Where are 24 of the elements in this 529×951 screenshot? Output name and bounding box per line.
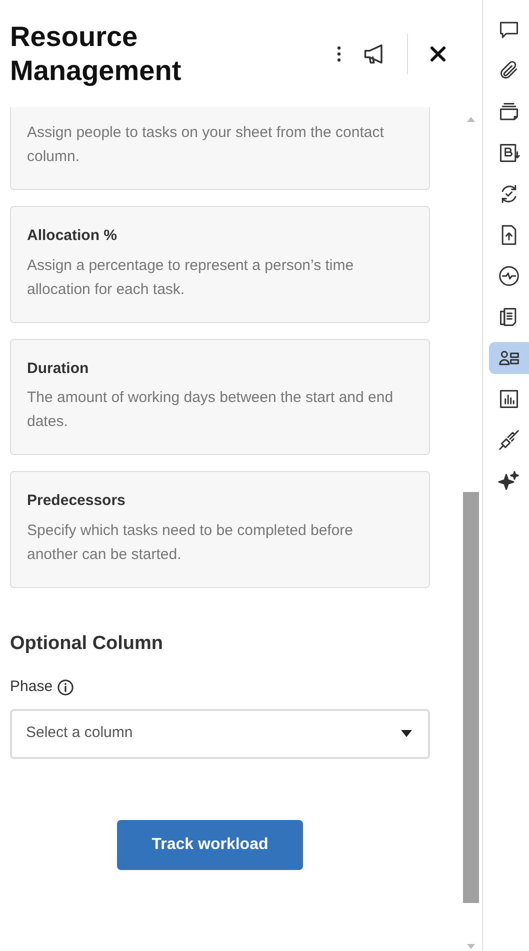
sidebar-tool[interactable] [489, 342, 529, 374]
bar-chart-icon [498, 388, 520, 410]
column-select[interactable]: Select a column [10, 708, 430, 758]
field-label: Phase [10, 677, 53, 697]
card-stack-icon [498, 101, 520, 123]
bold-b-icon [498, 142, 520, 164]
card-title: Duration [27, 358, 90, 378]
panel-title: Resource Management [10, 20, 182, 88]
activity-icon [498, 265, 520, 287]
close-icon [430, 46, 446, 62]
card-description: The amount of working days between the start and end dates. [27, 388, 394, 432]
card-description: Specify which tasks need to be completed before another can be started. [27, 520, 354, 564]
card-title: Predecessors [27, 491, 126, 511]
dropdown-caret-icon [401, 730, 412, 737]
more-options-icon [337, 46, 341, 62]
card-title: Allocation % [27, 226, 118, 246]
card-description: Assign a percentage to represent a person’s time allocation for each task. [27, 256, 355, 300]
card-description: Assign people to tasks on your sheet from the contact column. [27, 123, 385, 167]
sparkle-icon [498, 470, 520, 492]
section-heading: Optional Column [10, 632, 164, 656]
info-icon [56, 678, 74, 696]
track-workload-button[interactable]: Track workload [117, 820, 303, 870]
plug-icon [498, 429, 520, 451]
comment-icon [498, 19, 520, 41]
